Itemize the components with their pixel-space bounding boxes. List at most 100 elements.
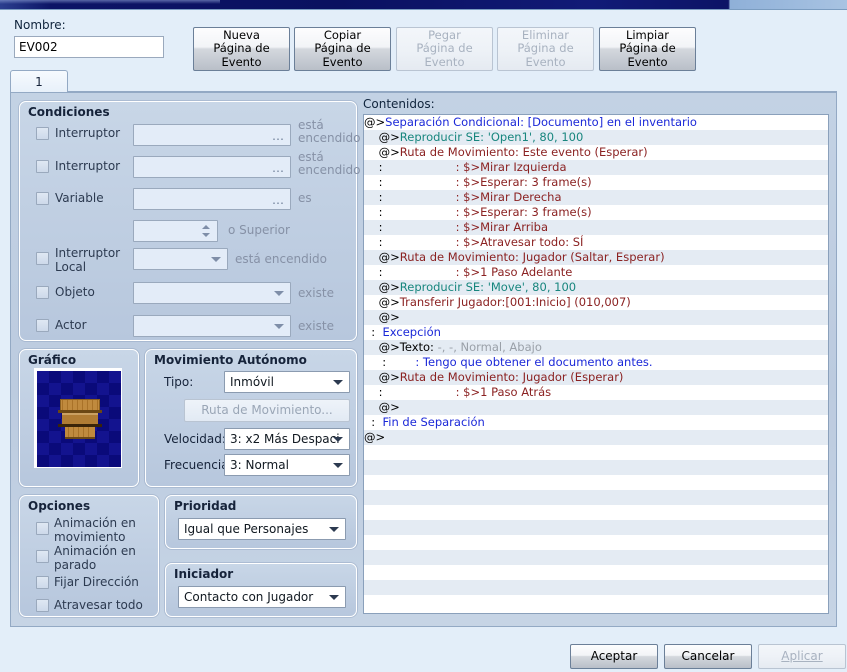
condition-switch1-label: Interruptor	[55, 126, 121, 140]
tab-page-1[interactable]: 1	[10, 70, 68, 93]
event-command-row[interactable]: : Fin de Separación	[364, 415, 828, 430]
graphic-title: Gráfico	[28, 353, 77, 367]
condition-variable-value-spinner[interactable]	[133, 220, 218, 242]
event-command-row[interactable]: : : Tengo que obtener el documento antes…	[364, 355, 828, 370]
movement-frequency-combo[interactable]: 3: Normal	[224, 454, 350, 476]
options-title: Opciones	[28, 499, 91, 513]
trigger-title: Iniciador	[174, 567, 234, 581]
spinner-down-icon[interactable]	[202, 233, 210, 237]
command-indent-prefix: :	[364, 325, 383, 339]
event-command-row[interactable]: @>Separación Condicional: [Documento] en…	[364, 115, 828, 130]
condition-actor-checkbox[interactable]	[36, 319, 49, 332]
event-command-row-empty[interactable]	[364, 535, 828, 550]
condition-variable-operator-label: o Superior	[228, 223, 290, 237]
event-command-row-empty[interactable]	[364, 445, 828, 460]
command-text: Reproducir SE: 'Move', 80, 100	[399, 280, 577, 294]
trigger-combo[interactable]: Contacto con Jugador	[178, 586, 346, 608]
command-indent-prefix: :	[364, 355, 416, 369]
condition-switch1-checkbox[interactable]	[36, 127, 49, 140]
event-command-row[interactable]: @>Ruta de Movimiento: Jugador (Esperar)	[364, 370, 828, 385]
event-command-row[interactable]: : : $>1 Paso Atrás	[364, 385, 828, 400]
condition-switch1-suffix: está encendido	[298, 118, 361, 145]
graphic-preview[interactable]	[34, 368, 122, 468]
event-command-row-empty[interactable]	[364, 490, 828, 505]
event-command-row-empty[interactable]	[364, 565, 828, 580]
command-text: : $>1 Paso Atrás	[455, 385, 552, 399]
event-command-row-empty[interactable]	[364, 505, 828, 520]
copy-event-page-button[interactable]: Copiar Página de Evento	[294, 27, 391, 71]
clear-event-page-button[interactable]: Limpiar Página de Evento	[599, 27, 696, 71]
event-command-row[interactable]: @>Reproducir SE: 'Move', 80, 100	[364, 280, 828, 295]
graphic-sprite-canvas	[37, 371, 121, 467]
event-command-row-empty[interactable]	[364, 595, 828, 610]
autonomous-movement-groupbox: Movimiento Autónomo Tipo: Inmóvil Ruta d…	[145, 349, 357, 487]
new-event-page-button[interactable]: Nueva Página de Evento	[193, 27, 290, 71]
command-text: : $>Mirar Izquierda	[455, 160, 567, 174]
event-command-row[interactable]: @>	[364, 400, 828, 415]
event-command-row[interactable]: : : $>Mirar Arriba	[364, 220, 828, 235]
event-command-row[interactable]: : : $>Esperar: 3 frame(s)	[364, 205, 828, 220]
priority-combo[interactable]: Igual que Personajes	[178, 518, 346, 540]
event-command-row[interactable]: : Excepción	[364, 325, 828, 340]
event-command-row[interactable]: : : $>Mirar Izquierda	[364, 160, 828, 175]
priority-value: Igual que Personajes	[184, 522, 309, 536]
event-command-row[interactable]: : : $>Atravesar todo: SÍ	[364, 235, 828, 250]
option-direction-fix-checkbox[interactable]	[36, 576, 49, 589]
event-command-row-empty[interactable]	[364, 475, 828, 490]
chevron-down-icon	[211, 257, 221, 262]
event-name-input[interactable]	[14, 36, 164, 58]
command-text: Fin de Separación	[382, 415, 485, 429]
option-walking-animation-label: Animación en movimiento	[54, 516, 136, 544]
accept-button[interactable]: Aceptar	[570, 644, 658, 669]
event-command-row[interactable]: @>	[364, 310, 828, 325]
event-command-row[interactable]: @>Texto: -, -, Normal, Abajo	[364, 340, 828, 355]
option-walking-animation-checkbox[interactable]	[36, 522, 49, 535]
options-groupbox: Opciones Animación en movimiento Animaci…	[19, 495, 159, 617]
event-command-row[interactable]: : : $>Mirar Derecha	[364, 190, 828, 205]
window-title-bar	[0, 0, 847, 9]
event-command-row[interactable]: : : $>1 Paso Adelante	[364, 265, 828, 280]
chevron-down-icon	[274, 324, 284, 329]
condition-item-combo[interactable]	[133, 282, 291, 304]
command-text: Ruta de Movimiento: Jugador (Saltar, Esp…	[399, 250, 665, 264]
movement-type-combo[interactable]: Inmóvil	[224, 371, 350, 393]
chevron-down-icon	[333, 463, 343, 468]
cancel-button[interactable]: Cancelar	[664, 644, 752, 669]
command-indent-prefix: :	[364, 205, 456, 219]
autonomous-movement-title: Movimiento Autónomo	[154, 353, 307, 367]
event-command-row[interactable]: @>	[364, 430, 828, 445]
command-text: Ruta de Movimiento: Este evento (Esperar…	[399, 145, 648, 159]
event-command-row-empty[interactable]	[364, 460, 828, 475]
event-command-row[interactable]: @>Ruta de Movimiento: Jugador (Saltar, E…	[364, 250, 828, 265]
command-text: : Tengo que obtener el documento antes.	[415, 355, 653, 369]
condition-actor-combo[interactable]	[133, 315, 291, 337]
spinner-up-icon[interactable]	[202, 225, 210, 229]
conditions-title: Condiciones	[28, 105, 110, 119]
trigger-groupbox: Iniciador Contacto con Jugador	[165, 563, 357, 617]
condition-switch1-field[interactable]: …	[133, 124, 291, 146]
event-command-row[interactable]: @>Transferir Jugador:[001:Inicio] (010,0…	[364, 295, 828, 310]
event-command-row[interactable]: @>Ruta de Movimiento: Este evento (Esper…	[364, 145, 828, 160]
command-text: : $>Mirar Derecha	[455, 190, 562, 204]
condition-switch2-field[interactable]: …	[133, 156, 291, 178]
option-through-checkbox[interactable]	[36, 599, 49, 612]
option-through-label: Atravesar todo	[54, 598, 143, 612]
condition-variable-checkbox[interactable]	[36, 192, 49, 205]
condition-variable-field[interactable]: …	[133, 188, 291, 210]
event-command-row[interactable]: : : $>Esperar: 3 frame(s)	[364, 175, 828, 190]
condition-item-checkbox[interactable]	[36, 286, 49, 299]
movement-speed-combo[interactable]: 3: x2 Más Despaci	[224, 428, 350, 450]
condition-switch2-checkbox[interactable]	[36, 160, 49, 173]
option-stepping-animation-checkbox[interactable]	[36, 550, 49, 563]
event-command-row-empty[interactable]	[364, 520, 828, 535]
condition-localswitch-combo[interactable]	[133, 248, 228, 270]
event-command-row[interactable]: @>Reproducir SE: 'Open1', 80, 100	[364, 130, 828, 145]
condition-localswitch-checkbox[interactable]	[36, 252, 49, 265]
event-command-row-empty[interactable]	[364, 580, 828, 595]
command-indent-prefix: :	[364, 385, 456, 399]
event-commands-list[interactable]: @>Separación Condicional: [Documento] en…	[363, 114, 829, 614]
ellipsis-icon: …	[272, 129, 285, 143]
title-bar-gloss	[0, 0, 220, 4]
event-command-row-empty[interactable]	[364, 550, 828, 565]
command-indent-prefix: @>	[364, 295, 400, 309]
